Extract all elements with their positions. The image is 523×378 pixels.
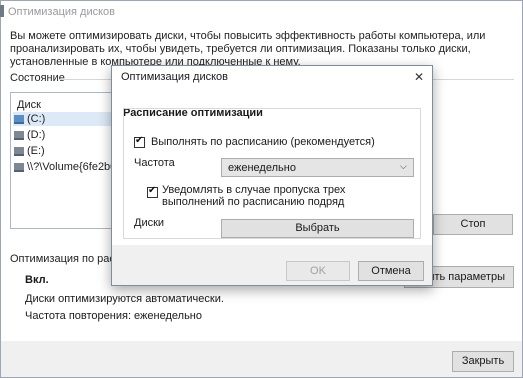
- drive-label: (C:): [27, 113, 46, 125]
- dialog-title: Оптимизация дисков: [121, 71, 228, 83]
- drive-icon: [14, 146, 24, 156]
- window-title: Оптимизация дисков: [8, 6, 115, 18]
- frequency-label: Частота: [134, 157, 175, 169]
- drive-row[interactable]: (D:): [14, 128, 117, 142]
- chevron-down-icon: ⌵: [400, 161, 407, 171]
- ok-button[interactable]: OK: [286, 261, 350, 281]
- notify-missed-checkbox[interactable]: [147, 185, 158, 198]
- system-drive-icon: [14, 114, 24, 124]
- intro-text: Вы можете оптимизировать диски, чтобы по…: [10, 30, 486, 68]
- choose-disks-button[interactable]: Выбрать: [221, 219, 414, 238]
- drive-row[interactable]: (E:): [14, 144, 117, 158]
- auto-optimize-text: Диски оптимизируются автоматически.: [25, 293, 224, 305]
- drives-list[interactable]: Диск (C:) (D:) (E:) \\?\Volume{6fe2b0...: [10, 92, 119, 229]
- drive-row[interactable]: (C:): [14, 112, 117, 126]
- frequency-value: еженедельно: [228, 162, 296, 174]
- column-header-disk[interactable]: Диск: [17, 99, 41, 111]
- close-icon[interactable]: ✕: [409, 68, 429, 86]
- notify-missed-label[interactable]: Уведомлять в случае пропуска трех выполн…: [162, 184, 402, 208]
- cancel-button[interactable]: Отмена: [358, 261, 424, 281]
- run-on-schedule-label[interactable]: Выполнять по расписанию (рекомендуется): [151, 136, 375, 148]
- app-icon: [0, 5, 4, 17]
- frequency-info: Частота повторения: еженедельно: [25, 310, 202, 322]
- run-on-schedule-checkbox[interactable]: [134, 135, 145, 148]
- disks-label: Диски: [134, 217, 165, 229]
- close-button[interactable]: Закрыть: [452, 351, 514, 372]
- stop-button[interactable]: Стоп: [433, 214, 513, 235]
- drive-label: (D:): [27, 129, 46, 141]
- bottom-bar: [1, 341, 522, 377]
- schedule-status: Вкл.: [25, 274, 49, 286]
- drive-icon: [14, 162, 24, 172]
- drive-row[interactable]: \\?\Volume{6fe2b0...: [14, 160, 117, 174]
- schedule-dialog: Оптимизация дисков ✕ Расписание оптимиза…: [111, 65, 433, 286]
- state-label: Состояние: [10, 72, 65, 84]
- drive-label: \\?\Volume{6fe2b0...: [27, 161, 117, 173]
- drive-icon: [14, 130, 24, 140]
- drive-label: (E:): [27, 145, 45, 157]
- frequency-select[interactable]: еженедельно ⌵: [221, 158, 414, 177]
